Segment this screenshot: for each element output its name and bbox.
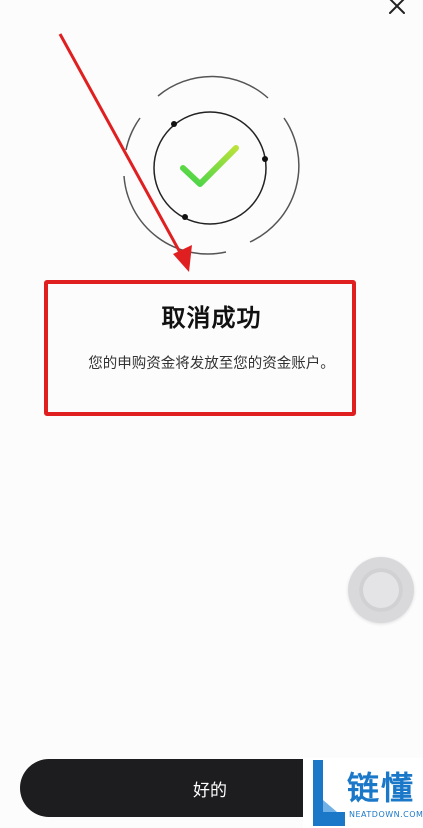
- success-illustration: [58, 33, 300, 272]
- watermark-title: 链懂: [347, 769, 416, 807]
- result-message: 您的申购资金将发放至您的资金账户。: [88, 356, 335, 372]
- outer-ring: [123, 75, 300, 255]
- inner-ring: [153, 111, 267, 225]
- orbit-dot: [262, 156, 268, 162]
- assistive-touch-icon: [359, 568, 403, 612]
- checkmark-icon: [180, 145, 239, 187]
- orbit-dot: [182, 214, 188, 220]
- result-title: 取消成功: [161, 304, 262, 332]
- watermark-logo: 链懂 NEATDOWN.COM: [303, 758, 423, 828]
- watermark-l-icon: [313, 760, 345, 826]
- orbit-dot: [171, 121, 177, 127]
- annotation-arrow-icon: [58, 33, 192, 272]
- cancel-success-page: 取消成功 您的申购资金将发放至您的资金账户。 好的 链懂 NEATDOWN.CO…: [0, 0, 423, 828]
- watermark-subtitle: NEATDOWN.COM: [349, 810, 423, 819]
- assistive-touch-button[interactable]: [348, 557, 414, 623]
